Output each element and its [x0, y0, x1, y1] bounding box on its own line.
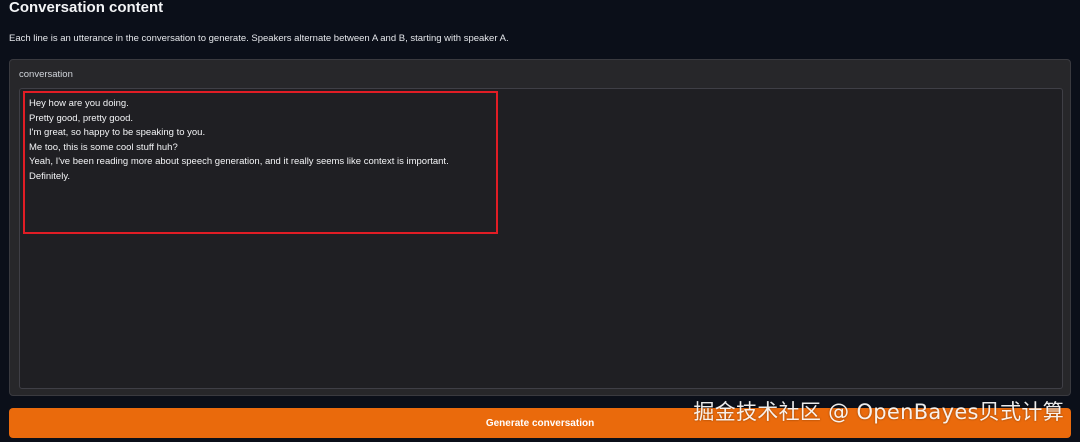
section-description: Each line is an utterance in the convers… — [9, 33, 509, 44]
section-title: Conversation content — [9, 0, 164, 16]
conversation-textarea[interactable]: Hey how are you doing. Pretty good, pret… — [19, 88, 1063, 389]
conversation-panel: conversation Hey how are you doing. Pret… — [9, 59, 1071, 396]
generate-conversation-button[interactable]: Generate conversation — [9, 408, 1071, 438]
conversation-label: conversation — [19, 69, 73, 80]
app-page: Conversation content Each line is an utt… — [0, 0, 1080, 442]
